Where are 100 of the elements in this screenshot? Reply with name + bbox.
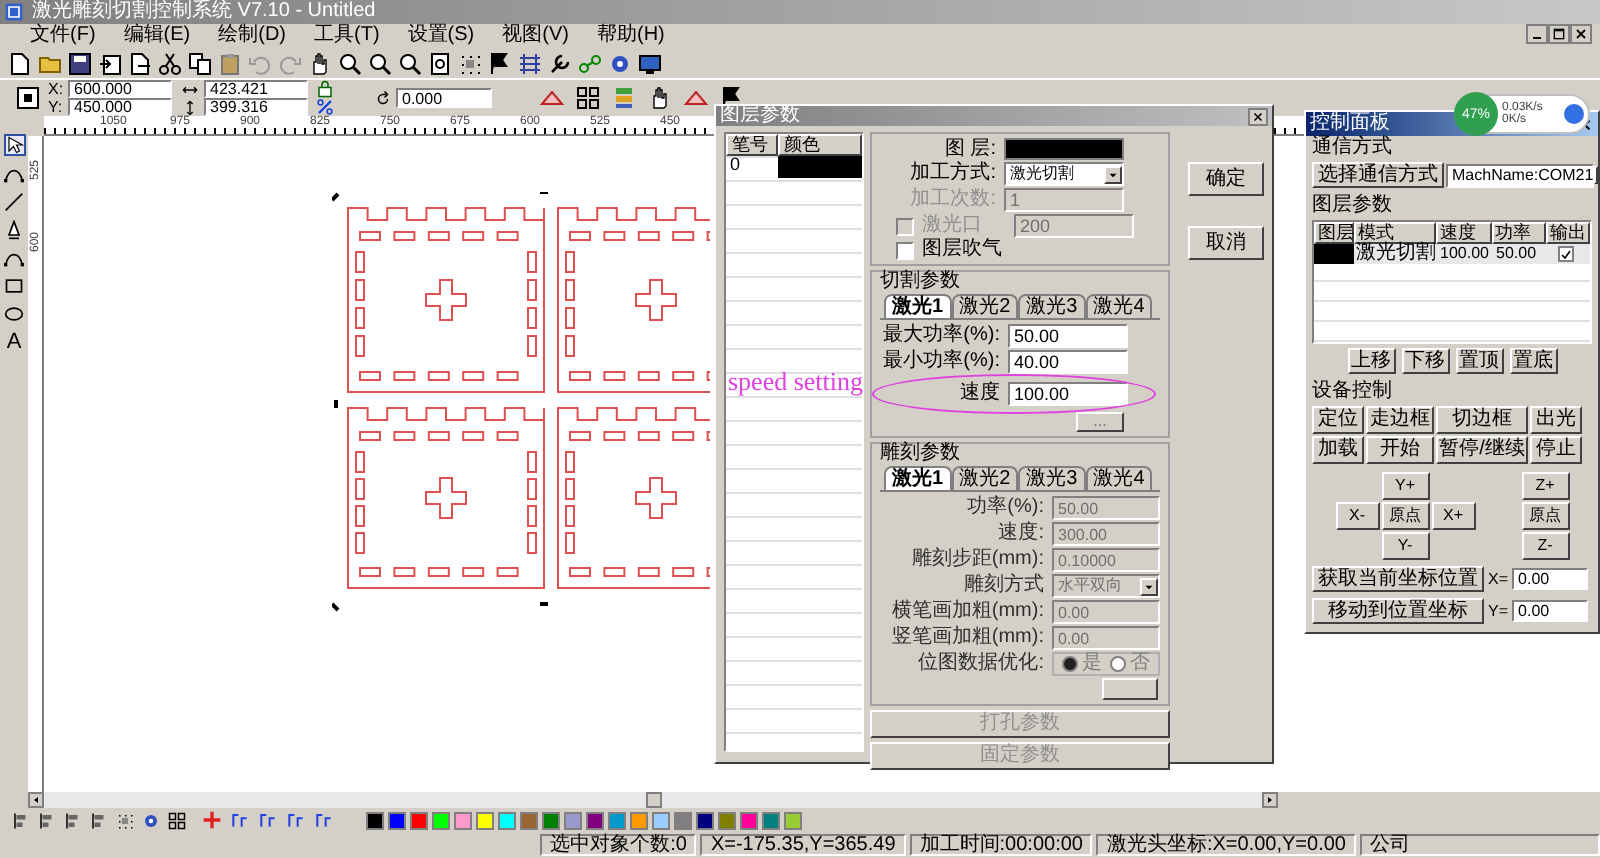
input-field[interactable]: 0.00 (1512, 600, 1589, 622)
button[interactable]: 停止 (1530, 436, 1582, 464)
order-icon[interactable] (286, 810, 306, 830)
button[interactable]: Z+ (1521, 472, 1569, 500)
color-swatch[interactable] (520, 811, 538, 829)
color-swatch[interactable] (784, 811, 802, 829)
tab[interactable]: 激光3 (1018, 294, 1086, 318)
button[interactable]: 下移 (1401, 348, 1449, 374)
button[interactable]: 原点 (1381, 502, 1429, 530)
color-swatch[interactable] (740, 811, 758, 829)
tab[interactable]: 激光4 (1085, 466, 1153, 490)
tab[interactable]: 激光1 (884, 294, 952, 318)
lock-icon[interactable] (316, 80, 334, 98)
checkbox[interactable] (1558, 246, 1574, 262)
color-swatch[interactable] (718, 811, 736, 829)
export-icon[interactable] (128, 51, 152, 75)
column-header[interactable]: 模式 (1354, 222, 1437, 244)
align-icon[interactable] (12, 811, 30, 829)
button[interactable]: 上移 (1347, 348, 1395, 374)
menu-item[interactable]: 设置(S) (393, 26, 489, 46)
dropdown[interactable]: 激光切割 (1004, 162, 1124, 186)
align-icon[interactable] (90, 811, 108, 829)
button[interactable]: 出光 (1530, 406, 1582, 434)
button[interactable]: 暂停/继续 (1436, 436, 1528, 464)
button[interactable]: 加载 (1312, 436, 1364, 464)
align-icon[interactable] (38, 811, 56, 829)
bezier-icon[interactable] (4, 164, 24, 184)
weld-icon[interactable] (684, 86, 708, 110)
copy-icon[interactable] (188, 51, 212, 75)
button[interactable]: 选择通信方式 (1312, 162, 1444, 188)
monitor-icon[interactable] (638, 51, 662, 75)
arrow-right-icon[interactable] (1262, 792, 1278, 808)
menu-item[interactable]: 文件(F) (16, 26, 110, 46)
tab[interactable]: 激光1 (884, 466, 952, 490)
button[interactable]: 原点 (1521, 502, 1569, 530)
plus-badge[interactable] (1564, 104, 1584, 124)
new-file-icon[interactable] (8, 51, 32, 75)
pen-icon[interactable] (4, 220, 24, 240)
node-icon[interactable] (16, 86, 40, 110)
order-icon[interactable] (230, 810, 250, 830)
dots-icon[interactable] (116, 811, 134, 829)
minimize-icon[interactable] (1526, 24, 1548, 44)
horizontal-scrollbar[interactable] (28, 792, 1278, 808)
input-field[interactable]: 450.000 (68, 98, 172, 116)
tab[interactable]: 激光3 (1018, 466, 1086, 490)
input-field[interactable]: 0.00 (1512, 568, 1589, 590)
color-swatch[interactable] (630, 811, 648, 829)
flag-icon[interactable] (720, 86, 744, 110)
dots-icon[interactable] (458, 51, 482, 75)
zoom-icon[interactable] (368, 51, 392, 75)
color-swatch[interactable] (454, 811, 472, 829)
flag-icon[interactable] (488, 51, 512, 75)
column-header[interactable]: 笔号 (726, 134, 778, 156)
button[interactable]: Y- (1381, 532, 1429, 560)
menu-item[interactable]: 绘制(D) (204, 26, 301, 46)
wrench-icon[interactable] (548, 51, 572, 75)
input-field[interactable]: 100.00 (1008, 382, 1128, 406)
column-header[interactable]: 速度 (1436, 222, 1492, 244)
input-field[interactable]: 50.00 (1008, 324, 1128, 348)
input-field[interactable]: 40.00 (1008, 350, 1128, 374)
button[interactable]: 切边框 (1436, 406, 1528, 434)
input-field[interactable]: 0.000 (396, 88, 492, 108)
color-swatch[interactable] (586, 811, 604, 829)
bezier-icon[interactable] (4, 248, 24, 268)
color-swatch[interactable] (410, 811, 428, 829)
column-header[interactable]: 输出 (1545, 222, 1590, 244)
column-header[interactable]: 颜色 (778, 134, 862, 156)
line-icon[interactable] (4, 192, 24, 212)
tab[interactable]: 激光2 (951, 466, 1019, 490)
input-field[interactable]: 423.421 (204, 80, 308, 98)
layer-color-swatch[interactable] (1004, 138, 1124, 160)
rectangle-icon[interactable] (4, 276, 24, 296)
color-swatch[interactable] (652, 811, 670, 829)
menu-item[interactable]: 视图(V) (488, 26, 583, 46)
arrow-left-icon[interactable] (28, 792, 44, 808)
align-icon[interactable] (64, 811, 82, 829)
close-icon[interactable] (1570, 24, 1592, 44)
color-swatch[interactable] (498, 811, 516, 829)
percent-icon[interactable] (316, 98, 334, 116)
button[interactable]: 开始 (1366, 436, 1434, 464)
button[interactable]: 获取当前坐标位置 (1312, 566, 1484, 592)
order-icon[interactable] (258, 810, 278, 830)
color-swatch[interactable] (674, 811, 692, 829)
checkbox[interactable] (896, 241, 914, 259)
color-swatch[interactable] (542, 811, 560, 829)
button[interactable]: 移动到位置坐标 (1312, 598, 1484, 624)
scroll-thumb[interactable] (645, 792, 661, 808)
save-icon[interactable] (68, 51, 92, 75)
layers-icon[interactable] (612, 86, 636, 110)
array-icon[interactable] (576, 86, 600, 110)
tab[interactable]: 激光4 (1085, 294, 1153, 318)
hand-icon[interactable] (648, 86, 672, 110)
menu-item[interactable]: 帮助(H) (582, 26, 679, 46)
order-icon[interactable] (314, 810, 334, 830)
button[interactable]: 置底 (1509, 348, 1557, 374)
input-field[interactable]: 600.000 (68, 80, 172, 98)
button[interactable]: Y+ (1381, 472, 1429, 500)
color-swatch[interactable] (762, 811, 780, 829)
button[interactable]: X- (1335, 502, 1379, 530)
color-swatch[interactable] (696, 811, 714, 829)
